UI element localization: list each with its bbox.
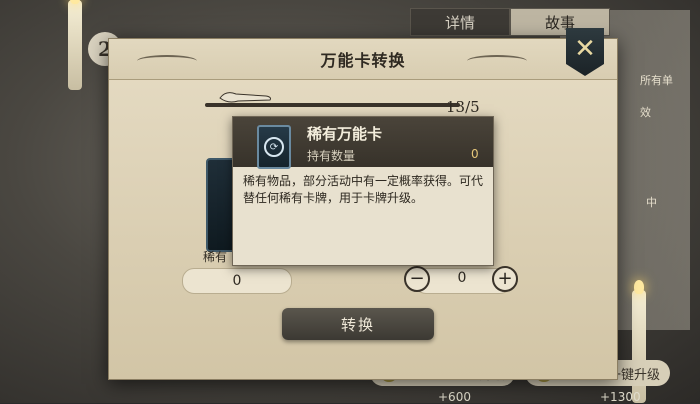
bonus-value: +600 [438,390,471,404]
side-text: 所有单 [640,74,673,87]
swap-icon: ⟳ [264,137,284,157]
minus-icon: − [409,268,425,289]
dialog-title: 万能卡转换 [320,51,406,70]
close-icon: ✕ [574,34,596,64]
candle-icon [68,0,82,90]
minus-button[interactable]: − [404,266,430,292]
plus-button[interactable]: + [492,266,518,292]
progress-count: 13/5 [446,98,480,116]
stepper-value: 0 [457,270,467,286]
held-quantity-label: 持有数量 [307,149,356,163]
source-quantity: 0 [182,268,292,294]
bonus-value: +1300 [600,390,641,404]
candle-icon [632,280,646,403]
source-quantity-value: 0 [232,273,242,289]
exchange-button-label: 转换 [340,315,375,334]
exchange-button[interactable]: 转换 [282,308,434,340]
held-quantity-value: 0 [471,147,479,161]
item-description: 稀有物品，部分活动中有一定概率获得。可代替任何稀有卡牌，用于卡牌升级。 [243,174,484,205]
tooltip-header: ⟳ 稀有万能卡 持有数量 0 [233,117,493,169]
rarity-label: 稀有 [203,250,228,264]
conversion-progress-line [205,103,460,107]
side-text: 效 [640,106,651,119]
flourish-ornament [467,55,527,67]
item-name: 稀有万能卡 [307,125,383,143]
quantity-stepper: − 0 + [404,266,520,294]
wildcard-icon: ⟳ [257,125,291,169]
flourish-ornament [137,55,197,67]
plus-icon: + [497,268,513,289]
item-tooltip: ⟳ 稀有万能卡 持有数量 0 稀有物品，部分活动中有一定概率获得。可代替任何稀有… [232,116,494,266]
dialog-header: 万能卡转换 [109,39,617,80]
tab-details[interactable]: 详情 [410,8,510,36]
side-text: 中 [646,196,657,209]
